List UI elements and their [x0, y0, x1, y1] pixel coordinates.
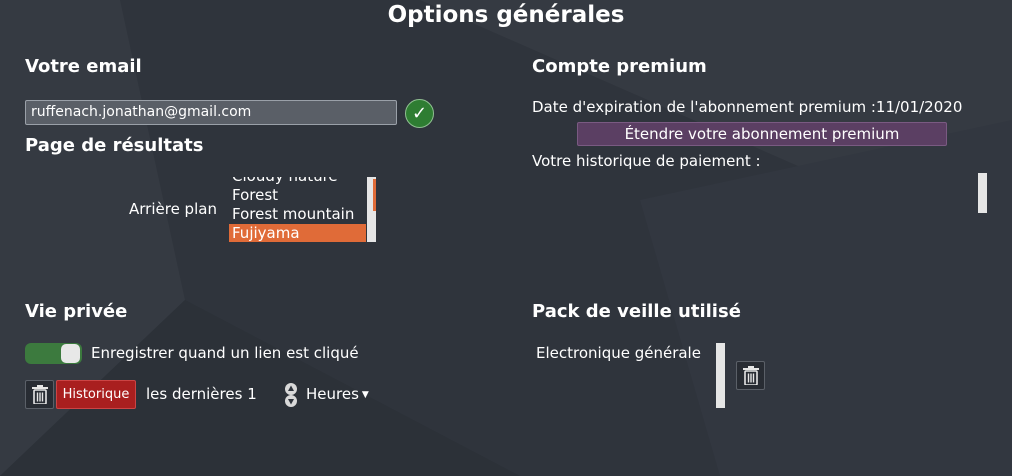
privacy-section-title: Vie privée [25, 301, 128, 322]
last-value[interactable]: 1 [247, 385, 257, 403]
email-section-title: Votre email [25, 56, 142, 77]
trash-icon [742, 366, 759, 385]
pack-item[interactable]: Electronique générale [536, 344, 701, 363]
email-field[interactable]: ruffenach.jonathan@gmail.com [25, 100, 397, 125]
record-clicks-toggle[interactable] [25, 343, 82, 364]
toggle-knob [61, 344, 80, 363]
pack-section-title: Pack de veille utilisé [532, 301, 741, 322]
check-icon[interactable]: ✓ [405, 99, 434, 128]
background-label: Arrière plan [129, 200, 217, 218]
premium-section-title: Compte premium [532, 56, 707, 77]
time-unit-select[interactable]: Heures ▼ [306, 385, 369, 405]
payment-history-scrollbar[interactable] [978, 173, 987, 213]
list-item-selected[interactable]: Fujiyama [229, 224, 366, 242]
expiration-label: Date d'expiration de l'abonnement premiu… [532, 98, 963, 116]
list-item[interactable]: Cloudy nature [229, 177, 366, 186]
results-section-title: Page de résultats [25, 135, 204, 156]
delete-history-button[interactable] [25, 380, 54, 409]
toggle-label: Enregistrer quand un lien est cliqué [91, 344, 359, 362]
listbox-scroll-thumb[interactable] [373, 179, 376, 211]
spinner-arrows-icon[interactable] [284, 382, 298, 408]
history-button[interactable]: Historique [56, 380, 136, 409]
list-item[interactable]: Forest mountain [229, 205, 366, 224]
trash-icon [31, 385, 48, 404]
delete-pack-button[interactable] [736, 361, 765, 390]
page-title: Options générales [387, 2, 625, 28]
list-item[interactable]: Forest [229, 186, 366, 205]
payment-history-label: Votre historique de paiement : [532, 152, 761, 170]
extend-premium-button[interactable]: Étendre votre abonnement premium [577, 122, 947, 146]
pack-list-scrollbar[interactable] [716, 343, 725, 408]
last-label: les dernières 1 [146, 385, 257, 404]
background-listbox[interactable]: Cloudy nature Forest Forest mountain Fuj… [229, 177, 377, 242]
last-text: les dernières [146, 385, 243, 403]
time-unit-value: Heures [306, 385, 359, 403]
chevron-down-icon: ▼ [361, 390, 369, 400]
